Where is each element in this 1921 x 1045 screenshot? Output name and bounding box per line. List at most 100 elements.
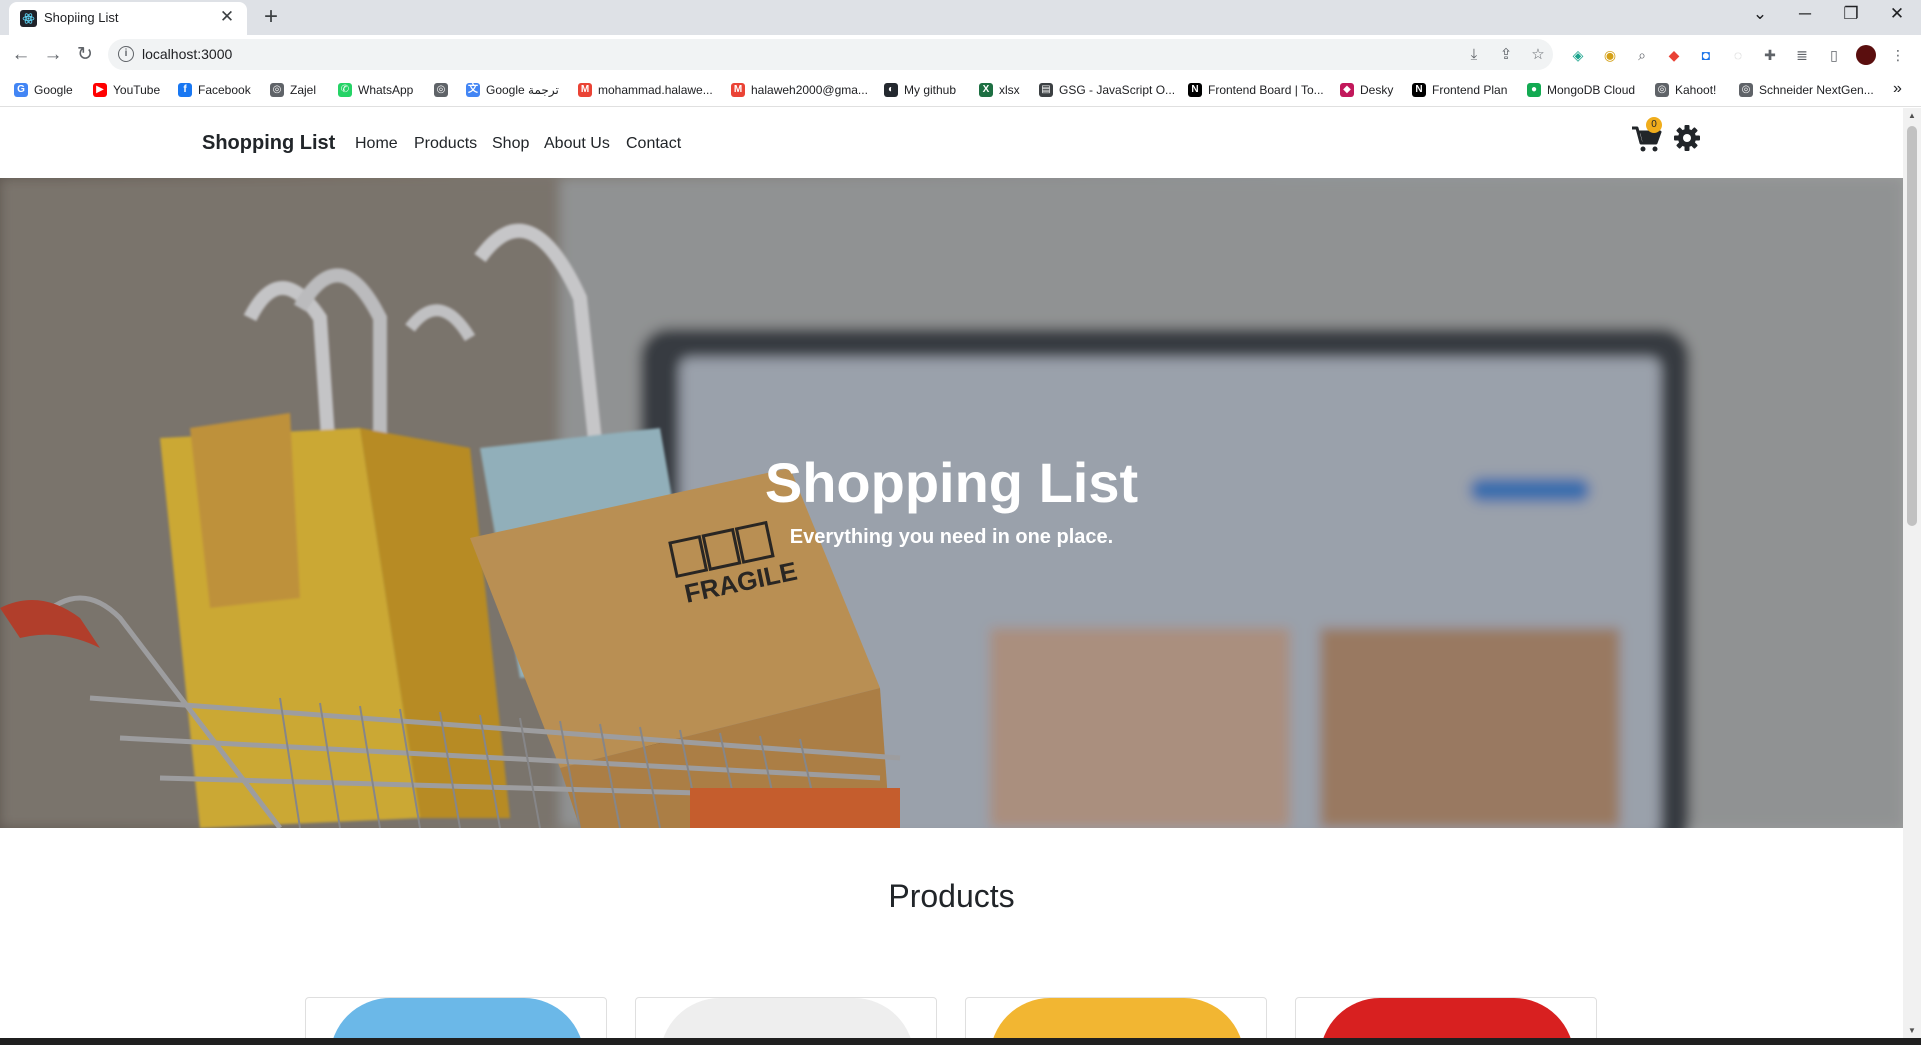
- product-card[interactable]: [1295, 997, 1597, 1038]
- bookmark-item[interactable]: G Google: [14, 83, 73, 97]
- product-image: [330, 998, 584, 1038]
- bookmark-item[interactable]: ◆ Desky: [1340, 83, 1393, 97]
- forward-icon[interactable]: →: [40, 42, 66, 68]
- page-scrollbar[interactable]: ▲ ▼: [1903, 108, 1921, 1038]
- whatsapp-icon: ✆: [338, 83, 352, 97]
- hero-title: Shopping List: [764, 451, 1139, 514]
- address-bar[interactable]: i localhost:3000 ⤓ ⇪ ☆: [108, 39, 1553, 70]
- bookmark-item[interactable]: ◐ My github: [884, 83, 956, 97]
- bookmark-item[interactable]: 文 Google ترجمة: [466, 83, 559, 97]
- bookmark-item[interactable]: ● MongoDB Cloud: [1527, 83, 1635, 97]
- search-extension-icon[interactable]: ⌕: [1632, 45, 1652, 65]
- bookmark-label: MongoDB Cloud: [1547, 83, 1636, 97]
- bookmark-item[interactable]: ◎ Kahoot!: [1655, 83, 1716, 97]
- bookmark-label: Google ترجمة: [486, 83, 559, 97]
- avatar[interactable]: [1856, 45, 1876, 65]
- globe-icon: ◎: [270, 83, 284, 97]
- menu-icon[interactable]: ⋮: [1888, 45, 1908, 65]
- site-brand[interactable]: Shopping List: [202, 132, 335, 155]
- hero-subtitle: Everything you need in one place.: [789, 526, 1114, 548]
- scroll-thumb[interactable]: [1907, 126, 1917, 526]
- grey-extension-icon[interactable]: ◌: [1728, 45, 1748, 65]
- bookmark-label: Schneider NextGen...: [1759, 83, 1874, 97]
- bookmark-star-icon[interactable]: ☆: [1528, 45, 1548, 65]
- product-card[interactable]: [965, 997, 1267, 1038]
- nav-products[interactable]: Products: [414, 135, 477, 153]
- share-icon[interactable]: ⇪: [1496, 45, 1516, 65]
- new-tab-button[interactable]: +: [258, 3, 284, 31]
- bookmark-label: WhatsApp: [358, 83, 414, 97]
- bookmarks-bar: G Google ▶ YouTube f Facebook ◎ Zajel ✆ WhatsApp ◎…: [0, 75, 1921, 107]
- bookmark-item[interactable]: ▤ GSG - JavaScript O...: [1039, 83, 1175, 97]
- close-window-button[interactable]: ✕: [1882, 4, 1912, 24]
- scroll-down-icon[interactable]: ▼: [1907, 1026, 1917, 1035]
- site-navbar: Shopping List Home Products Shop About U…: [0, 108, 1903, 178]
- media-icon[interactable]: ≣: [1792, 45, 1812, 65]
- cart-count-badge: 0: [1646, 117, 1662, 133]
- gmail-icon: M: [731, 83, 745, 97]
- color-extension-icon[interactable]: ◆: [1664, 45, 1684, 65]
- minimize-button[interactable]: ─: [1790, 4, 1820, 24]
- doc-icon: ▤: [1039, 83, 1053, 97]
- bookmark-item[interactable]: Mmohammad.halawe...: [578, 83, 713, 97]
- blue-extension-icon[interactable]: ◘: [1696, 45, 1716, 65]
- back-icon[interactable]: ←: [8, 42, 34, 68]
- bookmark-label: Kahoot!: [1675, 83, 1717, 97]
- site-info-icon[interactable]: i: [118, 46, 134, 62]
- tab-search-icon[interactable]: ⌄: [1745, 4, 1775, 24]
- browser-toolbar: ← → ↻ i localhost:3000 ⤓ ⇪ ☆ ◈ ◉ ⌕ ◆ ◘ ◌…: [0, 35, 1921, 75]
- globe-icon: ◎: [434, 83, 448, 97]
- youtube-icon: ▶: [93, 83, 107, 97]
- bookmark-item[interactable]: ◎ Schneider NextGen...: [1739, 83, 1874, 97]
- product-card[interactable]: [305, 997, 607, 1038]
- nav-home[interactable]: Home: [355, 135, 398, 153]
- tab-strip: Shopiing List ✕ + ⌄ ─ ❐ ✕: [0, 0, 1921, 35]
- bookmark-item[interactable]: ◎: [434, 83, 454, 97]
- notion-icon: N: [1412, 83, 1426, 97]
- bookmark-item[interactable]: ✆ WhatsApp: [338, 83, 413, 97]
- globe-icon: ◎: [1739, 83, 1753, 97]
- restore-button[interactable]: ❐: [1836, 4, 1866, 24]
- google-icon: G: [14, 83, 28, 97]
- react-icon: [20, 10, 37, 27]
- translate-icon: 文: [466, 83, 480, 97]
- product-image: [660, 998, 914, 1038]
- close-tab-icon[interactable]: ✕: [217, 7, 237, 27]
- globe-icon: ◎: [1655, 83, 1669, 97]
- scroll-up-icon[interactable]: ▲: [1907, 111, 1917, 120]
- bookmark-label: mohammad.halawe...: [598, 83, 713, 97]
- url-text[interactable]: localhost:3000: [142, 46, 232, 62]
- mongodb-icon: ●: [1527, 83, 1541, 97]
- extension-icon[interactable]: ◉: [1600, 45, 1620, 65]
- bookmark-label: xlsx: [999, 83, 1020, 97]
- product-card[interactable]: [635, 997, 937, 1038]
- bookmark-label: My github: [904, 83, 957, 97]
- side-panel-icon[interactable]: ▯: [1824, 45, 1844, 65]
- reload-icon[interactable]: ↻: [72, 42, 98, 68]
- bookmark-item[interactable]: ▶ YouTube: [93, 83, 160, 97]
- hero-banner: FRAGILE Shopping List Everything you nee…: [0, 178, 1903, 828]
- bookmark-label: Facebook: [198, 83, 251, 97]
- nav-shop[interactable]: Shop: [492, 135, 529, 153]
- bookmarks-overflow-icon[interactable]: »: [1893, 80, 1902, 98]
- browser-tab[interactable]: Shopiing List ✕: [9, 2, 247, 35]
- desky-icon: ◆: [1340, 83, 1354, 97]
- nav-about-us[interactable]: About Us: [544, 135, 610, 153]
- puzzle-icon[interactable]: ✚: [1760, 45, 1780, 65]
- bookmark-item[interactable]: f Facebook: [178, 83, 251, 97]
- facebook-icon: f: [178, 83, 192, 97]
- bookmark-item[interactable]: N Frontend Plan: [1412, 83, 1507, 97]
- tab-title: Shopiing List: [44, 10, 119, 25]
- install-icon[interactable]: ⤓: [1464, 45, 1484, 65]
- taskbar-edge: [0, 1038, 1921, 1045]
- bookmark-label: GSG - JavaScript O...: [1059, 83, 1176, 97]
- github-icon: ◐: [884, 83, 898, 97]
- shield-extension-icon[interactable]: ◈: [1568, 45, 1588, 65]
- excel-icon: X: [979, 83, 993, 97]
- bookmark-item[interactable]: ◎ Zajel: [270, 83, 316, 97]
- bookmark-item[interactable]: Mhalaweh2000@gma...: [731, 83, 868, 97]
- bookmark-item[interactable]: N Frontend Board | To...: [1188, 83, 1324, 97]
- gear-icon[interactable]: [1673, 124, 1701, 152]
- bookmark-item[interactable]: Xxlsx: [979, 83, 1020, 97]
- nav-contact[interactable]: Contact: [626, 135, 681, 153]
